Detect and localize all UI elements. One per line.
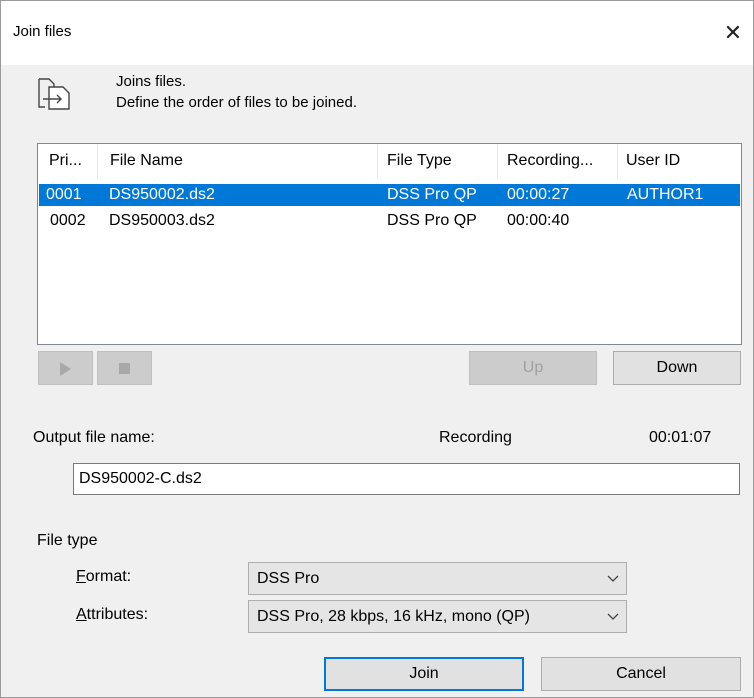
row-user-id: AUTHOR1 — [627, 186, 704, 203]
join-button[interactable]: Join — [324, 657, 524, 691]
file-type-group-label: File type — [37, 532, 98, 549]
attributes-selected-value: DSS Pro, 28 kbps, 16 kHz, mono (QP) — [257, 608, 530, 625]
column-separator[interactable] — [497, 144, 498, 178]
format-label-mnemonic: F — [76, 568, 86, 585]
recording-total-time: 00:01:07 — [649, 429, 712, 446]
title-bar: Join files ✕ — [1, 1, 753, 65]
column-header-file-name[interactable]: File Name — [110, 144, 370, 178]
join-files-icon — [38, 78, 70, 110]
output-file-name-label: Output file name: — [33, 429, 155, 446]
chevron-down-icon — [607, 613, 619, 620]
format-label-rest: ormat: — [85, 568, 132, 585]
output-file-name-field[interactable] — [73, 463, 740, 495]
attributes-select[interactable]: DSS Pro, 28 kbps, 16 kHz, mono (QP) — [248, 600, 627, 633]
attributes-label-rest: ttributes: — [86, 606, 149, 623]
header-instruction: Define the order of files to be joined. — [116, 94, 357, 111]
chevron-down-icon — [607, 575, 619, 582]
header-description: Joins files. — [116, 73, 187, 90]
move-down-button[interactable]: Down — [613, 351, 741, 385]
window-title: Join files — [13, 23, 72, 40]
column-header-priority[interactable]: Pri... — [49, 144, 95, 178]
column-separator[interactable] — [617, 144, 618, 178]
stop-button[interactable] — [97, 351, 152, 385]
recording-label: Recording — [439, 429, 512, 446]
attributes-label-mnemonic: A — [76, 606, 87, 623]
file-list[interactable]: Pri... File Name File Type Recording... … — [37, 143, 742, 345]
row-priority: 0001 — [46, 186, 82, 203]
play-icon — [60, 362, 71, 376]
column-header-recording[interactable]: Recording... — [507, 144, 617, 178]
row-file-name: DS950003.ds2 — [109, 212, 215, 229]
format-label: Format: — [76, 568, 131, 586]
output-file-name-input[interactable] — [74, 464, 739, 494]
format-selected-value: DSS Pro — [257, 570, 320, 587]
format-select[interactable]: DSS Pro — [248, 562, 627, 595]
row-file-name: DS950002.ds2 — [109, 186, 215, 203]
join-files-dialog: Join files ✕ Joins files. Define the ord… — [0, 0, 754, 698]
file-row[interactable]: 0001 DS950002.ds2 DSS Pro QP 00:00:27 AU… — [39, 184, 740, 206]
move-up-button[interactable]: Up — [469, 351, 597, 385]
row-recording: 00:00:40 — [507, 212, 570, 229]
play-button[interactable] — [38, 351, 93, 385]
attributes-label: Attributes: — [76, 606, 148, 624]
close-icon[interactable]: ✕ — [713, 15, 753, 51]
row-priority: 0002 — [50, 212, 86, 229]
column-header-user-id[interactable]: User ID — [626, 144, 736, 178]
column-separator[interactable] — [377, 144, 378, 178]
column-header-file-type[interactable]: File Type — [387, 144, 497, 178]
stop-icon — [119, 363, 130, 374]
cancel-button[interactable]: Cancel — [541, 657, 741, 691]
file-row[interactable]: 0002 DS950003.ds2 DSS Pro QP 00:00:40 — [39, 210, 740, 232]
row-file-type: DSS Pro QP — [387, 212, 477, 229]
column-separator[interactable] — [97, 144, 98, 178]
row-file-type: DSS Pro QP — [387, 186, 477, 203]
row-recording: 00:00:27 — [507, 186, 570, 203]
